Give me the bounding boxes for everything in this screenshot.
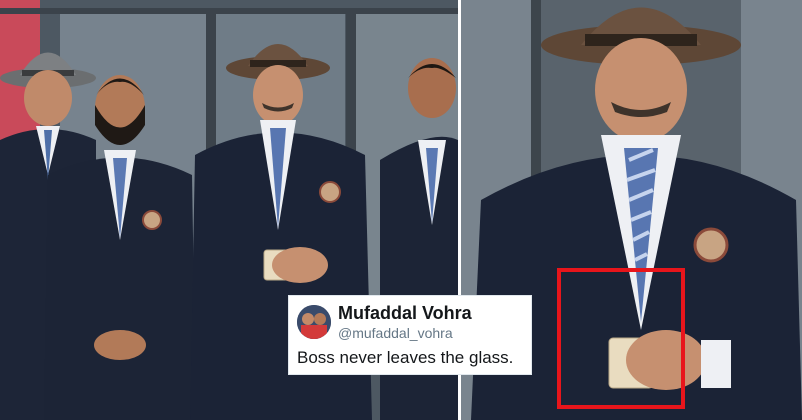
tweet-text: Boss never leaves the glass.	[297, 348, 514, 367]
tweet-display-name[interactable]: Mufaddal Vohra	[338, 303, 472, 324]
avatar-image	[297, 305, 331, 339]
glass-highlight-box	[557, 268, 685, 409]
tweet-card[interactable]: Mufaddal Vohra @mufaddal_vohra Boss neve…	[288, 295, 532, 375]
tweet-handle[interactable]: @mufaddal_vohra	[338, 325, 453, 341]
avatar[interactable]	[297, 305, 331, 339]
meme-collage: Mufaddal Vohra @mufaddal_vohra Boss neve…	[0, 0, 802, 420]
